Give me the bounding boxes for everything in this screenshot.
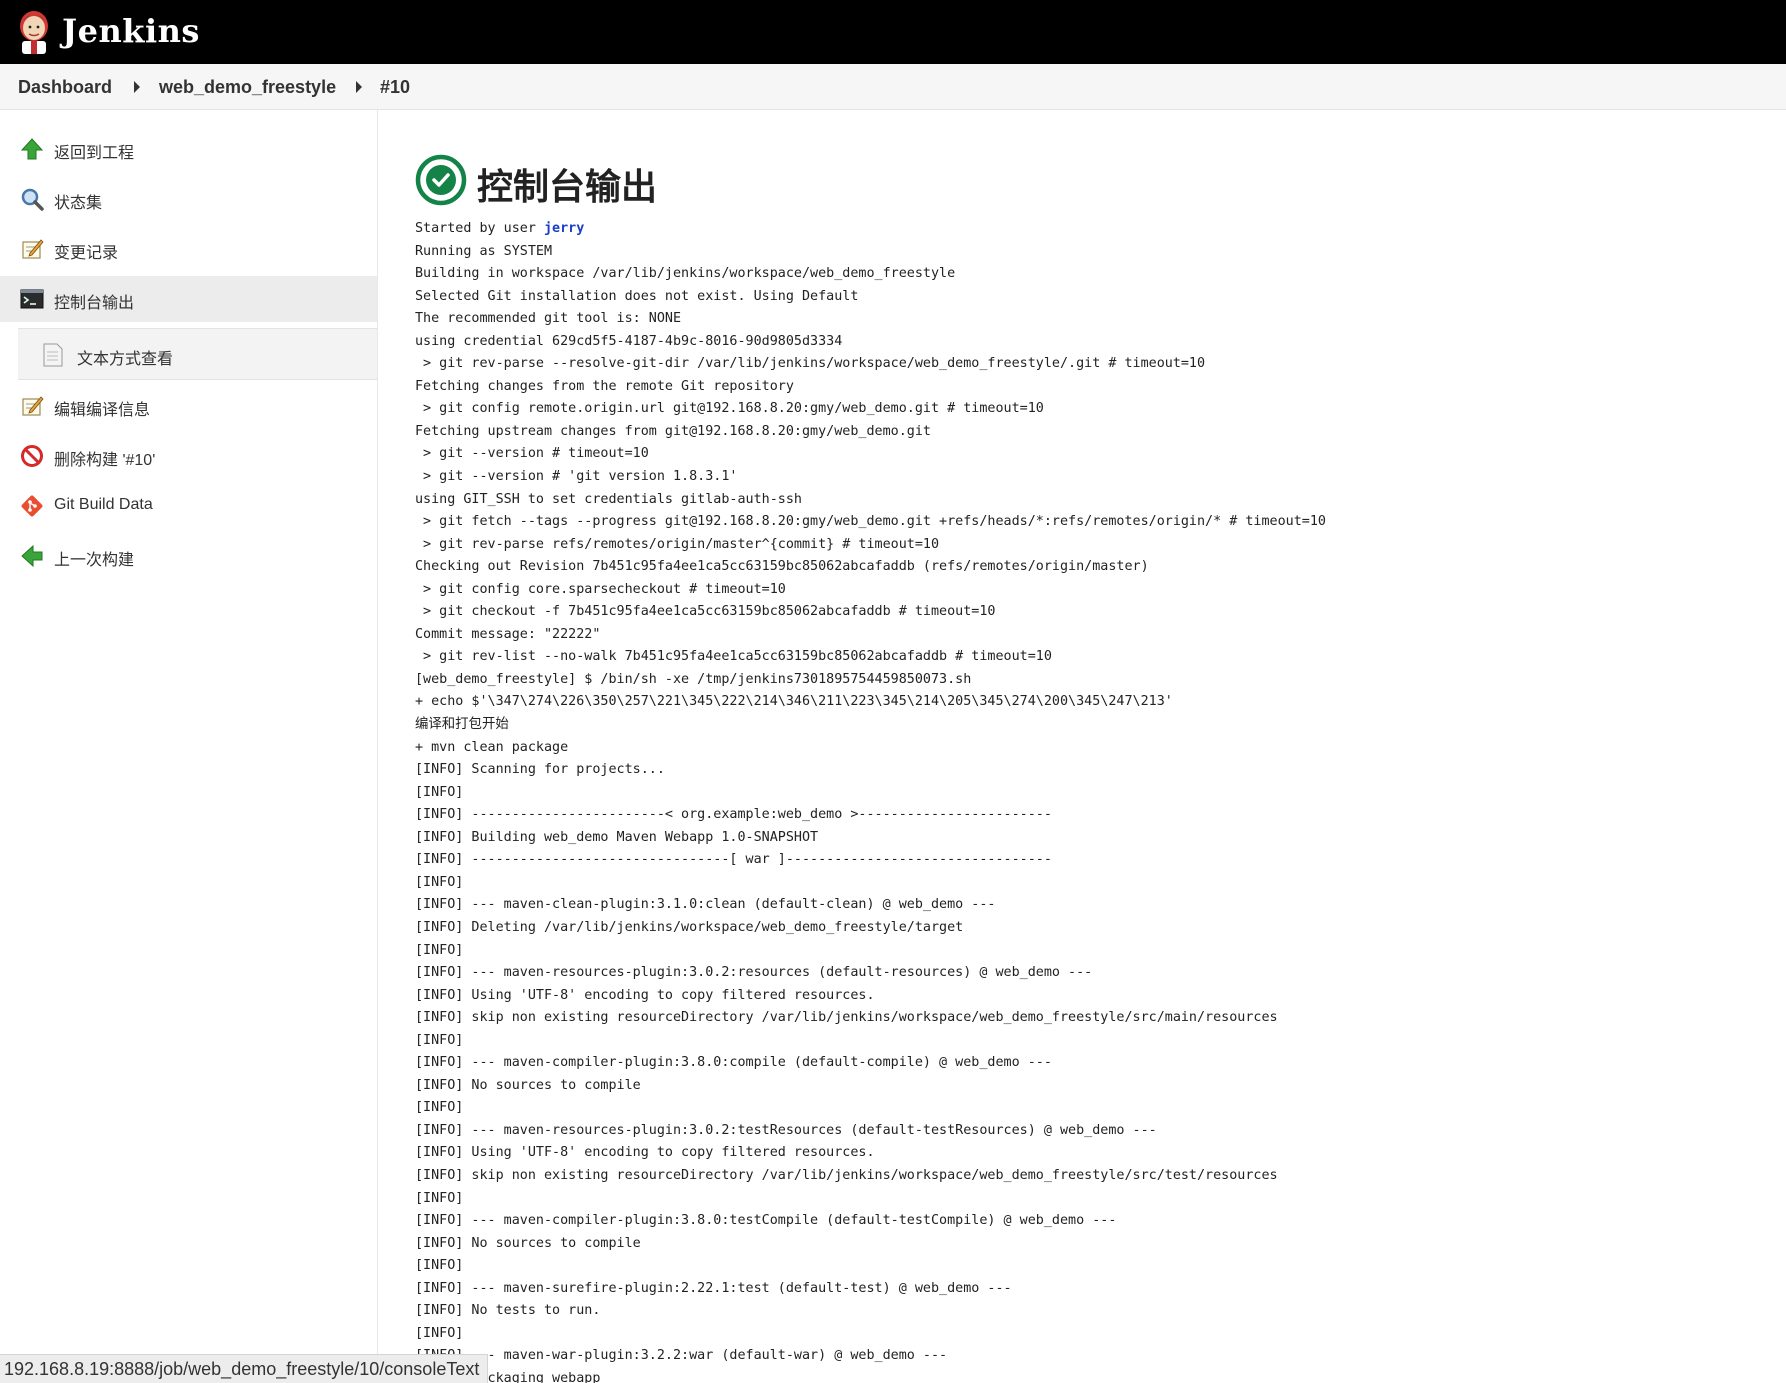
sidebar-item-label: 变更记录 [54,245,119,262]
console-line: [INFO] Using 'UTF-8' encoding to copy fi… [415,987,875,1003]
console-line: > git fetch --tags --progress git@192.16… [415,514,1326,530]
console-line: [INFO] [415,874,464,890]
console-line: Checking out Revision 7b451c95fa4ee1ca5c… [415,559,1149,575]
console-line: [INFO] [415,1032,464,1048]
sidebar-item-console-output[interactable]: 控制台输出 [0,276,377,322]
left-arrow-icon [21,544,43,568]
console-line: + echo $'\347\274\226\350\257\221\345\22… [415,694,1173,710]
magnifier-icon [21,188,44,211]
console-line: > git rev-parse refs/remotes/origin/mast… [415,536,940,552]
user-link[interactable]: jerry [544,221,584,236]
console-line: [INFO] Using 'UTF-8' encoding to copy fi… [415,1145,875,1161]
jenkins-logo-icon[interactable] [16,9,52,55]
console-line: > git --version # 'git version 1.8.3.1' [415,469,738,485]
console-line: [INFO] skip non existing resourceDirecto… [415,1167,1278,1183]
git-icon [21,495,43,517]
sidebar-item-label: 状态集 [54,195,103,212]
console-line: [INFO] --- maven-resources-plugin:3.0.2:… [415,965,1093,981]
breadcrumb: Dashboard web_demo_freestyle #10 [0,64,1786,110]
sidebar-subitem-view-as-text[interactable]: 文本方式查看 [18,328,377,380]
console-line: [web_demo_freestyle] $ /bin/sh -xe /tmp/… [415,671,972,687]
console-line: [INFO] [415,784,464,800]
console-line: Fetching upstream changes from git@192.1… [415,423,931,439]
success-check-icon [415,154,467,206]
breadcrumb-chevron-icon[interactable] [134,81,140,93]
status-bar-url: 192.168.8.19:8888/job/web_demo_freestyle… [0,1354,489,1383]
console-line: > git rev-list --no-walk 7b451c95fa4ee1c… [415,649,1052,665]
console-line: 编译和打包开始 [415,717,509,733]
breadcrumb-chevron-icon[interactable] [356,81,362,93]
console-line: The recommended git tool is: NONE [415,311,682,327]
sidebar-item-previous-build[interactable]: 上一次构建 [0,533,377,579]
console-line: Running as SYSTEM [415,243,553,259]
breadcrumb-build[interactable]: #10 [380,77,410,98]
main-content: 控制台输出 Started by user jerry Running as SY… [378,110,1786,1383]
no-entry-icon [21,445,43,467]
console-line: > git rev-parse --resolve-git-dir /var/l… [415,356,1206,372]
console-line: > git --version # timeout=10 [415,446,649,462]
console-line: [INFO] [415,1100,464,1116]
console-line: [INFO] Packaging webapp [415,1370,601,1383]
sidebar-item-label: 编辑编译信息 [54,402,151,419]
sidebar-item-label: 删除构建 '#10' [54,452,156,469]
breadcrumb-dashboard[interactable]: Dashboard [18,77,112,98]
notepad-icon [22,239,44,259]
sidebar-item-back-to-project[interactable]: 返回到工程 [0,126,377,172]
console-output: Started by user jerry Running as SYSTEM Bu… [415,218,1775,1383]
console-line: [INFO] --- maven-surefire-plugin:2.22.1:… [415,1280,1012,1296]
sidebar-item-changes[interactable]: 变更记录 [0,226,377,272]
terminal-icon [20,289,44,309]
sidebar-item-label: Git Build Data [54,496,153,513]
console-lines: Running as SYSTEM Building in workspace /… [415,241,1775,1383]
sidebar-item-delete-build[interactable]: 删除构建 '#10' [0,433,377,479]
sidebar-item-label: 控制台输出 [54,295,135,312]
console-line: [INFO] No sources to compile [415,1235,641,1251]
up-arrow-icon [20,138,44,160]
console-line: Commit message: "22222" [415,626,601,642]
document-icon [43,343,63,367]
sidebar-subitem-label: 文本方式查看 [77,351,174,368]
console-line: > git config core.sparsecheckout # timeo… [415,581,786,597]
console-line: [INFO] Building web_demo Maven Webapp 1.… [415,829,819,845]
console-line: Fetching changes from the remote Git rep… [415,378,794,394]
console-line: [INFO] Scanning for projects... [415,762,665,778]
console-line: Building in workspace /var/lib/jenkins/w… [415,266,956,282]
console-line: [INFO] --------------------------------[… [415,852,1052,868]
console-line: [INFO] No sources to compile [415,1077,641,1093]
console-line: > git config remote.origin.url git@192.1… [415,401,1044,417]
console-line: + mvn clean package [415,739,569,755]
console-line-started: Started by user jerry [415,221,585,236]
breadcrumb-job[interactable]: web_demo_freestyle [159,77,336,98]
console-line: [INFO] No tests to run. [415,1303,601,1319]
top-header: Jenkins [0,0,1786,64]
console-line: [INFO] --- maven-compiler-plugin:3.8.0:c… [415,1055,1052,1071]
page-title: 控制台输出 [477,166,658,207]
sidebar: 返回到工程 状态集 变更记录 控制台输出 文本方式查看 编辑编译信息 删除构建 … [0,110,378,1383]
sidebar-item-git-build-data[interactable]: Git Build Data [0,483,377,529]
console-line: [INFO] --- maven-resources-plugin:3.0.2:… [415,1122,1157,1138]
notepad-icon [22,396,44,416]
console-line: [INFO] --- maven-compiler-plugin:3.8.0:t… [415,1213,1117,1229]
console-line: [INFO] skip non existing resourceDirecto… [415,1010,1278,1026]
console-line: using credential 629cd5f5-4187-4b9c-8016… [415,333,843,349]
console-line: [INFO] ------------------------< org.exa… [415,807,1052,823]
console-line: > git checkout -f 7b451c95fa4ee1ca5cc631… [415,604,996,620]
console-line: [INFO] --- maven-war-plugin:3.2.2:war (d… [415,1348,948,1364]
console-line: [INFO] [415,1190,464,1206]
console-line: [INFO] --- maven-clean-plugin:3.1.0:clea… [415,897,996,913]
console-line: Selected Git installation does not exist… [415,288,859,304]
sidebar-item-status[interactable]: 状态集 [0,176,377,222]
sidebar-item-label: 上一次构建 [54,552,135,569]
sidebar-item-edit-build-info[interactable]: 编辑编译信息 [0,383,377,429]
console-line: [INFO] [415,942,464,958]
console-line: [INFO] [415,1325,464,1341]
console-line: [INFO] [415,1258,464,1274]
console-line: using GIT_SSH to set credentials gitlab-… [415,491,802,507]
sidebar-item-label: 返回到工程 [54,145,135,162]
brand-title[interactable]: Jenkins [62,12,200,50]
console-line: [INFO] Deleting /var/lib/jenkins/workspa… [415,919,964,935]
